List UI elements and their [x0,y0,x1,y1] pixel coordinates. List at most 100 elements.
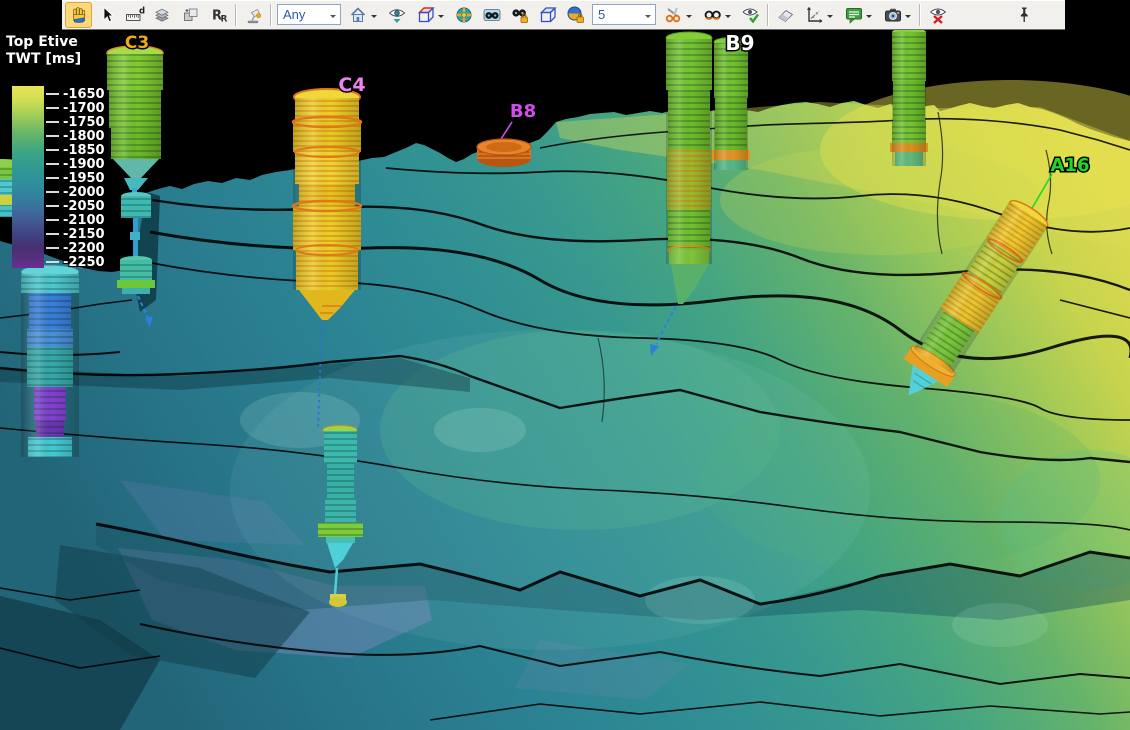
home-button[interactable] [344,2,382,28]
tick-dash [46,233,59,235]
hide-eye-button[interactable] [924,2,951,28]
binoculars-lock-icon [510,5,530,25]
well-label-c3[interactable]: C3 [125,33,149,53]
eye-red-x-icon [928,5,948,25]
color-legend: Top Etive TWT [ms] -1650 -1700 -1750 -18… [6,34,81,68]
legend-tick-row: -1850 [46,144,105,156]
count-combobox[interactable]: 5 [592,4,656,25]
view-eye-icon [387,5,407,25]
well-glasses-button[interactable] [698,2,736,28]
3d-viewport[interactable]: C3 C4 B8 B9 A16 [0,0,1130,730]
eye-check-icon [741,5,761,25]
toolbar-separator [919,4,921,26]
tick-dash [46,107,59,109]
legend-tick-row: -1750 [46,116,105,128]
axes-plot-button[interactable] [800,2,838,28]
chevron-down-icon [725,15,731,21]
legend-tick-row: -1700 [46,102,105,114]
well-unlabeled-left[interactable] [21,265,79,457]
chevron-down-icon [438,15,444,21]
tick-dash [46,205,59,207]
pan-hand-button[interactable] [65,2,92,28]
legend-tick-row: -2150 [46,228,105,240]
home-icon [349,5,369,25]
lamp-light-icon [244,5,264,25]
tick-dash [46,121,59,123]
svg-text:d: d [139,6,145,16]
paste-frames-button[interactable] [177,2,204,28]
paste-frames-icon [181,5,201,25]
comment-note-button[interactable] [839,2,877,28]
well-label-b8[interactable]: B8 [510,101,536,122]
chevron-down-icon [330,15,336,21]
chevron-down-icon [866,15,872,21]
rr-annotation-icon: R R [209,5,229,25]
legend-colorbar [12,86,44,268]
lamp-light-button[interactable] [240,2,267,28]
svg-text:R: R [220,14,227,24]
select-cursor-button[interactable] [93,2,120,28]
tick-dash [46,163,59,165]
well-label-b9[interactable]: B9 [725,31,754,55]
legend-unit: TWT [ms] [6,51,81,68]
well-filter-icon [664,5,684,25]
tick-label: -1700 [63,101,105,116]
chevron-down-icon [827,15,833,21]
eraser-button[interactable] [772,2,799,28]
chevron-down-icon [371,15,377,21]
legend-tick-row: -2250 [46,256,105,268]
binoculars-view-button[interactable] [478,2,505,28]
tick-label: -2200 [63,241,105,256]
visibility-check-button[interactable] [737,2,764,28]
tick-dash [46,261,59,263]
comment-note-icon [844,5,864,25]
wire-cube-button[interactable] [534,2,561,28]
rr-annotation-button[interactable]: R R [205,2,232,28]
binoculars-lock-button[interactable] [506,2,533,28]
tick-label: -1750 [63,115,105,130]
chevron-down-icon [645,15,651,21]
petrel-3d-window: C3 C4 B8 B9 A16 Top Etive TWT [ms] -1650… [0,0,1130,730]
camera-icon [883,5,903,25]
legend-tick-row: -1950 [46,172,105,184]
tick-label: -2100 [63,213,105,228]
tick-dash [46,247,59,249]
pin-icon [1014,5,1034,25]
tick-label: -1850 [63,143,105,158]
sphere-lock-button[interactable] [562,2,589,28]
well-filter-button[interactable] [659,2,697,28]
bounding-box-red-button[interactable] [411,2,449,28]
view-eye-button[interactable] [383,2,410,28]
layers-button[interactable] [149,2,176,28]
main-toolbar: d R R Any [62,0,1065,30]
pin-button[interactable] [1010,2,1037,28]
well-unlabeled-top[interactable] [890,28,928,166]
tick-label: -2050 [63,199,105,214]
toolbar-separator [235,4,237,26]
tick-label: -2250 [63,255,105,270]
well-label-a16[interactable]: A16 [1051,155,1090,176]
tick-label: -1950 [63,171,105,186]
wire-cube-icon [538,5,558,25]
layers-icon [153,5,173,25]
tick-dash [46,149,59,151]
legend-tick-row: -2000 [46,186,105,198]
toolbar-separator [767,4,769,26]
center-target-icon [454,5,474,25]
center-target-button[interactable] [450,2,477,28]
legend-tick-row: -2050 [46,200,105,212]
snapshot-camera-button[interactable] [878,2,916,28]
sphere-lock-icon [566,5,586,25]
filter-any-combobox[interactable]: Any [277,4,341,25]
chevron-down-icon [686,15,692,21]
axes-plot-icon [805,5,825,25]
eraser-icon [776,5,796,25]
tick-dash [46,219,59,221]
measure-distance-button[interactable]: d [121,2,148,28]
tick-dash [46,191,59,193]
tick-dash [46,177,59,179]
legend-ticks: -1650 -1700 -1750 -1800 -1850 -1900 -195… [46,88,105,268]
tick-dash [46,135,59,137]
combobox-value: 5 [598,7,645,22]
well-label-c4[interactable]: C4 [338,74,365,96]
